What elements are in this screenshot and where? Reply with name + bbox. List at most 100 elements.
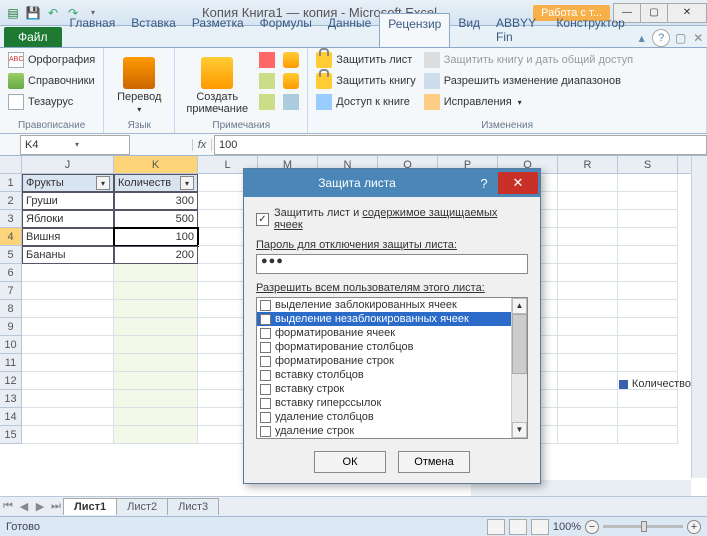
permission-item[interactable]: форматирование столбцов [257, 340, 527, 354]
cell[interactable] [114, 426, 198, 444]
scroll-down-icon[interactable]: ▼ [512, 422, 527, 438]
cell[interactable] [618, 390, 678, 408]
checkbox-icon[interactable] [260, 370, 271, 381]
checkbox-icon[interactable] [260, 426, 271, 437]
zoom-in-button[interactable]: + [687, 520, 701, 534]
protect-book-button[interactable]: Защитить книгу [314, 71, 418, 91]
cancel-button[interactable]: Отмена [398, 451, 470, 473]
track-changes-button[interactable]: Исправления▾ [422, 92, 635, 112]
column-header[interactable]: J [22, 156, 114, 173]
cell[interactable] [558, 372, 618, 390]
cell[interactable] [558, 282, 618, 300]
close-button[interactable]: ✕ [667, 3, 707, 23]
cell[interactable] [558, 300, 618, 318]
maximize-button[interactable]: ▢ [640, 3, 668, 23]
checkbox-icon[interactable] [260, 300, 271, 311]
permission-item[interactable]: удаление строк [257, 424, 527, 438]
cell[interactable] [618, 318, 678, 336]
cell[interactable] [114, 354, 198, 372]
permission-item[interactable]: форматирование строк [257, 354, 527, 368]
cell[interactable] [618, 210, 678, 228]
cell[interactable]: Фрукты▾ [22, 174, 114, 192]
show-ink-button[interactable] [281, 92, 301, 112]
cell[interactable] [558, 210, 618, 228]
research-button[interactable]: Справочники [6, 71, 97, 91]
permission-item[interactable]: выделение заблокированных ячеек [257, 298, 527, 312]
row-header[interactable]: 6 [0, 264, 22, 282]
checkbox-icon[interactable] [260, 342, 271, 353]
row-header[interactable]: 13 [0, 390, 22, 408]
tab-вид[interactable]: Вид [450, 13, 488, 47]
row-header[interactable]: 7 [0, 282, 22, 300]
permission-item[interactable]: вставку гиперссылок [257, 396, 527, 410]
row-header[interactable]: 3 [0, 210, 22, 228]
row-header[interactable]: 1 [0, 174, 22, 192]
cell[interactable] [22, 354, 114, 372]
cell[interactable] [558, 228, 618, 246]
cell[interactable]: 300 [114, 192, 198, 210]
thesaurus-button[interactable]: Тезаурус [6, 92, 97, 112]
view-break-button[interactable] [531, 519, 549, 535]
permission-item[interactable]: форматирование ячеек [257, 326, 527, 340]
spelling-button[interactable]: ABCОрфография [6, 50, 97, 70]
cell[interactable] [558, 408, 618, 426]
cell[interactable] [558, 390, 618, 408]
checkbox-icon[interactable]: ✓ [260, 314, 271, 325]
cell[interactable] [114, 318, 198, 336]
view-layout-button[interactable] [509, 519, 527, 535]
mdi-close-icon[interactable]: ✕ [689, 29, 707, 47]
cell[interactable] [114, 336, 198, 354]
show-comment-button[interactable] [281, 50, 301, 70]
tab-рецензир[interactable]: Рецензир [379, 13, 450, 47]
cell[interactable] [558, 174, 618, 192]
cell[interactable] [22, 318, 114, 336]
cell[interactable] [114, 282, 198, 300]
cell[interactable] [618, 426, 678, 444]
cell[interactable]: 100 [114, 228, 198, 246]
cell[interactable] [618, 300, 678, 318]
share-book-button[interactable]: Доступ к книге [314, 92, 418, 112]
allow-ranges-button[interactable]: Разрешить изменение диапазонов [422, 71, 635, 91]
cell[interactable] [618, 246, 678, 264]
sheet-tab[interactable]: Лист2 [116, 498, 168, 515]
filter-icon[interactable]: ▾ [96, 176, 110, 190]
cell[interactable] [618, 174, 678, 192]
dialog-titlebar[interactable]: Защита листа ? ✕ [244, 169, 540, 197]
save-icon[interactable]: 💾 [24, 4, 42, 22]
cell[interactable] [618, 354, 678, 372]
dialog-close-button[interactable]: ✕ [498, 172, 538, 194]
ok-button[interactable]: ОК [314, 451, 386, 473]
permission-item[interactable]: ✓выделение незаблокированных ячеек [257, 312, 527, 326]
cell[interactable]: Вишня [22, 228, 114, 246]
cell[interactable] [22, 372, 114, 390]
cell[interactable] [558, 336, 618, 354]
row-header[interactable]: 14 [0, 408, 22, 426]
cell[interactable] [618, 228, 678, 246]
scroll-up-icon[interactable]: ▲ [512, 298, 527, 314]
checkbox-icon[interactable]: ✓ [256, 213, 269, 226]
cell[interactable]: 500 [114, 210, 198, 228]
cell[interactable] [22, 390, 114, 408]
cell[interactable] [22, 426, 114, 444]
select-all-corner[interactable] [0, 156, 22, 173]
column-header[interactable]: S [618, 156, 678, 173]
cell[interactable] [114, 372, 198, 390]
protect-content-checkbox-row[interactable]: ✓ Защитить лист и содержимое защищаемых … [256, 207, 528, 231]
tab-главная[interactable]: Главная [62, 13, 124, 47]
fx-icon[interactable]: fx [192, 139, 212, 151]
cell[interactable] [22, 300, 114, 318]
zoom-out-button[interactable]: − [585, 520, 599, 534]
checkbox-icon[interactable] [260, 398, 271, 409]
permissions-listbox[interactable]: выделение заблокированных ячеек✓выделени… [256, 297, 528, 439]
cell[interactable] [558, 246, 618, 264]
tab-abbyy fin[interactable]: ABBYY Fin [488, 13, 548, 47]
cell[interactable] [114, 300, 198, 318]
tab-вставка[interactable]: Вставка [123, 13, 184, 47]
cell[interactable] [618, 192, 678, 210]
cell[interactable]: Яблоки [22, 210, 114, 228]
scroll-thumb[interactable] [512, 314, 527, 374]
prev-comment-button[interactable] [257, 71, 277, 91]
checkbox-icon[interactable] [260, 384, 271, 395]
cell[interactable]: Бананы [22, 246, 114, 264]
cell[interactable] [114, 264, 198, 282]
